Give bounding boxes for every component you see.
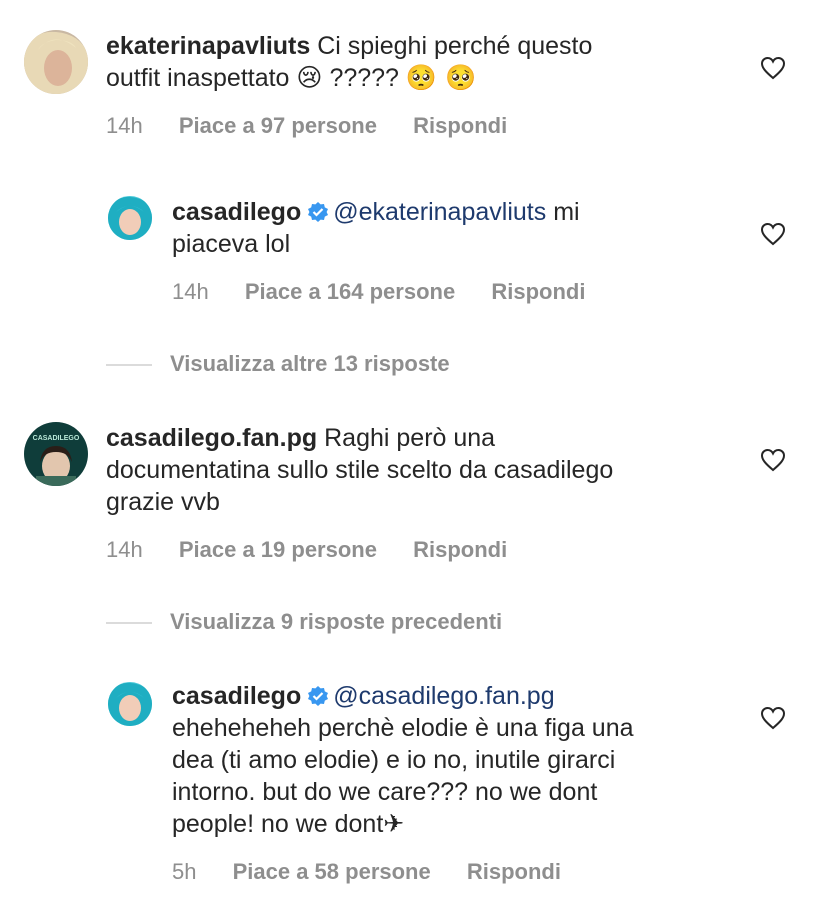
comment-text: eheheheheh perchè elodie è una figa una <box>172 714 634 742</box>
comment-meta: 14h Piace a 97 persone Rispondi <box>106 113 537 139</box>
heart-icon[interactable] <box>760 448 786 472</box>
comment-meta: 14h Piace a 164 persone Rispondi <box>172 279 615 305</box>
reply-button[interactable]: Rispondi <box>413 113 507 138</box>
comment-text: dea (ti amo elodie) e io no, inutile gir… <box>172 746 616 774</box>
mention-link[interactable]: @casadilego.fan.pg <box>333 682 554 710</box>
likes-count[interactable]: Piace a 164 persone <box>245 279 455 304</box>
avatar[interactable] <box>108 196 152 240</box>
comment-time: 14h <box>172 279 209 304</box>
comment-text: grazie vvb <box>106 488 220 516</box>
comment-time: 5h <box>172 859 197 884</box>
likes-count[interactable]: Piace a 58 persone <box>233 859 431 884</box>
divider <box>106 622 152 625</box>
avatar-logo-text: CASADILEGO <box>33 435 80 442</box>
likes-count[interactable]: Piace a 97 persone <box>179 113 377 138</box>
comment-username[interactable]: casadilego.fan.pg <box>106 424 317 452</box>
comment-meta: 14h Piace a 19 persone Rispondi <box>106 537 537 563</box>
heart-icon[interactable] <box>760 706 786 730</box>
avatar[interactable] <box>108 682 152 726</box>
view-more-replies-button[interactable]: Visualizza altre 13 risposte <box>106 351 450 377</box>
heart-icon[interactable] <box>760 56 786 80</box>
comment-text: intorno. but do we care??? no we dont <box>172 778 598 806</box>
comment-time: 14h <box>106 537 143 562</box>
comment-text: people! no we dont✈ <box>172 810 405 838</box>
reply-button[interactable]: Rispondi <box>491 279 585 304</box>
comment-text: mi <box>553 198 580 226</box>
heart-icon[interactable] <box>760 222 786 246</box>
verified-badge-icon <box>308 686 329 706</box>
avatar[interactable] <box>24 30 88 94</box>
mention-link[interactable]: @ekaterinapavliuts <box>333 198 546 226</box>
avatar[interactable]: CASADILEGO <box>24 422 88 486</box>
comment-text: piaceva lol <box>172 230 291 258</box>
reply-button[interactable]: Rispondi <box>467 859 561 884</box>
crying-face-emoji: 😢 <box>296 63 323 92</box>
comment-meta: 5h Piace a 58 persone Rispondi <box>172 859 591 885</box>
comment-username[interactable]: ekaterinapavliuts <box>106 32 310 60</box>
verified-badge-icon <box>308 202 329 222</box>
comment-username[interactable]: casadilego <box>172 682 301 710</box>
likes-count[interactable]: Piace a 19 persone <box>179 537 377 562</box>
reply-button[interactable]: Rispondi <box>413 537 507 562</box>
view-more-label: Visualizza 9 risposte precedenti <box>170 609 503 634</box>
comment-time: 14h <box>106 113 143 138</box>
divider <box>106 364 152 367</box>
comment-text: outfit inaspettato <box>106 64 290 92</box>
pleading-face-emoji: 🥺 🥺 <box>405 63 477 92</box>
view-previous-replies-button[interactable]: Visualizza 9 risposte precedenti <box>106 609 502 635</box>
comment-text: Raghi però una <box>324 424 496 452</box>
comment-username[interactable]: casadilego <box>172 198 301 226</box>
comment-text: ????? <box>329 64 399 92</box>
comment-text: documentatina sullo stile scelto da casa… <box>106 456 614 484</box>
view-more-label: Visualizza altre 13 risposte <box>170 351 450 376</box>
comment-text: Ci spieghi perché questo <box>317 32 593 60</box>
